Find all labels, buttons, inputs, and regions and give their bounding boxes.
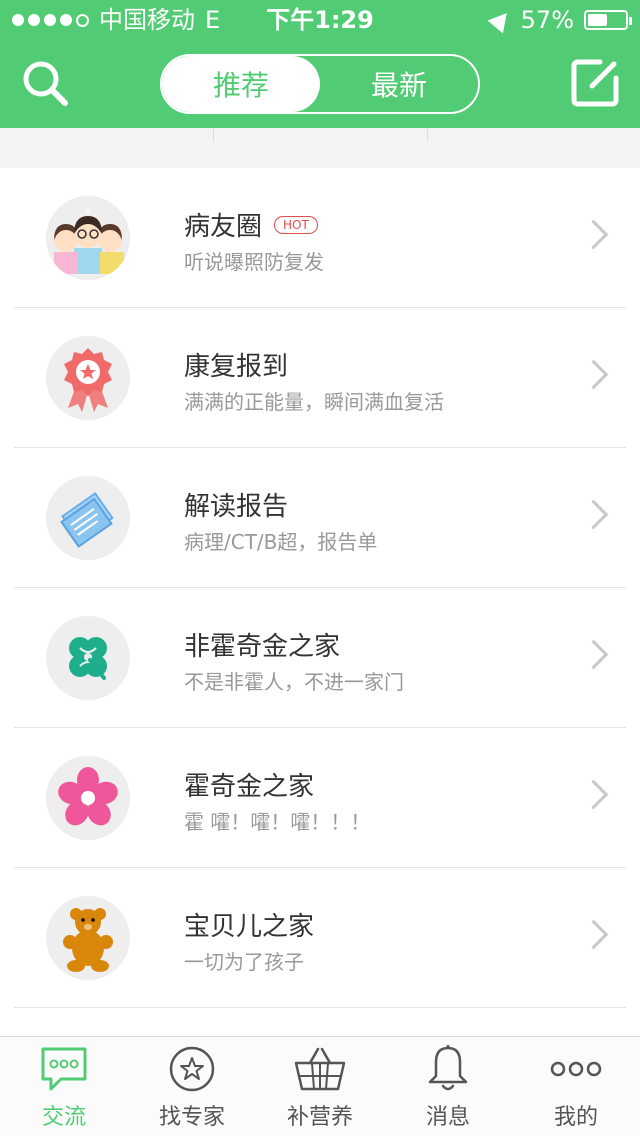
item-subtitle: 满满的正能量，瞬间满血复活 bbox=[184, 390, 444, 414]
item-title: 宝贝儿之家 bbox=[184, 906, 314, 943]
list-item-report-reading[interactable]: 解读报告 病理/CT/B超，报告单 bbox=[0, 448, 640, 588]
item-title-text: 宝贝儿之家 bbox=[184, 912, 315, 942]
item-title-text: 病友圈 bbox=[184, 212, 263, 242]
list-item-recovery-checkin[interactable]: 康复报到 满满的正能量，瞬间满血复活 bbox=[0, 308, 640, 448]
tab-label: 消息 bbox=[425, 1105, 470, 1130]
report-icon bbox=[46, 476, 130, 560]
feed-segmented-control: 推荐 最新 bbox=[160, 54, 480, 114]
search-icon[interactable] bbox=[20, 58, 70, 108]
list-item-baby-home[interactable]: 宝贝儿之家 一切为了孩子 bbox=[0, 868, 640, 1008]
bear-icon bbox=[46, 896, 130, 980]
tab-messages[interactable]: 消息 bbox=[384, 1037, 512, 1136]
screen: 中国移动 E 下午1:29 57% 推荐 最新 病友圈 HOT 听说曝照防复发 … bbox=[0, 0, 640, 1136]
tab-mine[interactable]: 我的 bbox=[512, 1037, 640, 1136]
chevron-right-icon bbox=[578, 779, 609, 810]
clover-icon bbox=[46, 616, 130, 700]
chevron-right-icon bbox=[578, 919, 609, 950]
flower-icon bbox=[46, 756, 130, 840]
location-icon bbox=[487, 6, 515, 34]
item-title-text: 霍奇金之家 bbox=[184, 772, 315, 802]
tab-label: 找专家 bbox=[158, 1105, 225, 1130]
list-item-patient-circle[interactable]: 病友圈 HOT 听说曝照防复发 bbox=[0, 168, 640, 308]
item-title: 解读报告 bbox=[184, 486, 288, 523]
tab-nutrition[interactable]: 补营养 bbox=[256, 1037, 384, 1136]
patient-group-icon bbox=[46, 196, 130, 280]
status-right: 57% bbox=[487, 0, 632, 40]
tab-bar: 交流 找专家 补营养 消息 我的 bbox=[0, 1036, 640, 1136]
tab-label: 我的 bbox=[553, 1105, 598, 1130]
chat-icon bbox=[38, 1043, 90, 1095]
item-title: 非霍奇金之家 bbox=[184, 626, 340, 663]
item-title: 霍奇金之家 bbox=[184, 766, 314, 803]
segment-recommended[interactable]: 推荐 bbox=[162, 56, 320, 112]
list-item-nhl-home[interactable]: 非霍奇金之家 不是非霍人，不进一家门 bbox=[0, 588, 640, 728]
tab-find-expert[interactable]: 找专家 bbox=[128, 1037, 256, 1136]
tab-label: 补营养 bbox=[286, 1105, 353, 1130]
tab-chat[interactable]: 交流 bbox=[0, 1037, 128, 1136]
item-subtitle: 一切为了孩子 bbox=[184, 950, 304, 974]
category-strip bbox=[0, 128, 640, 169]
item-title-text: 非霍奇金之家 bbox=[184, 632, 341, 662]
segment-latest[interactable]: 最新 bbox=[320, 56, 478, 112]
hot-badge: HOT bbox=[274, 215, 318, 234]
item-subtitle: 霍 嚯！嚯！嚯！！！ bbox=[184, 810, 371, 834]
divider bbox=[14, 1007, 626, 1008]
status-bar: 中国移动 E 下午1:29 57% bbox=[0, 0, 640, 40]
chevron-right-icon bbox=[578, 639, 609, 670]
medal-icon bbox=[46, 336, 130, 420]
group-list: 病友圈 HOT 听说曝照防复发 康复报到 满满的正能量，瞬间满血复活 解读报告 … bbox=[0, 168, 640, 1036]
battery-percent: 57% bbox=[520, 6, 574, 34]
edit-icon[interactable] bbox=[570, 58, 620, 108]
star-icon bbox=[166, 1043, 218, 1095]
header: 中国移动 E 下午1:29 57% 推荐 最新 bbox=[0, 0, 640, 128]
chevron-right-icon bbox=[578, 359, 609, 390]
chevron-right-icon bbox=[578, 219, 609, 250]
item-subtitle: 听说曝照防复发 bbox=[184, 250, 324, 274]
battery-icon bbox=[584, 10, 632, 30]
bell-icon bbox=[422, 1043, 474, 1095]
item-title-text: 康复报到 bbox=[184, 352, 289, 382]
item-subtitle: 病理/CT/B超，报告单 bbox=[184, 530, 378, 554]
item-subtitle: 不是非霍人，不进一家门 bbox=[184, 670, 404, 694]
list-item-hl-home[interactable]: 霍奇金之家 霍 嚯！嚯！嚯！！！ bbox=[0, 728, 640, 868]
more-icon bbox=[550, 1043, 602, 1095]
item-title: 病友圈 HOT bbox=[184, 206, 318, 243]
item-title-text: 解读报告 bbox=[184, 492, 289, 522]
chevron-right-icon bbox=[578, 499, 609, 530]
basket-icon bbox=[294, 1043, 346, 1095]
tab-label: 交流 bbox=[41, 1105, 86, 1130]
item-title: 康复报到 bbox=[184, 346, 288, 383]
